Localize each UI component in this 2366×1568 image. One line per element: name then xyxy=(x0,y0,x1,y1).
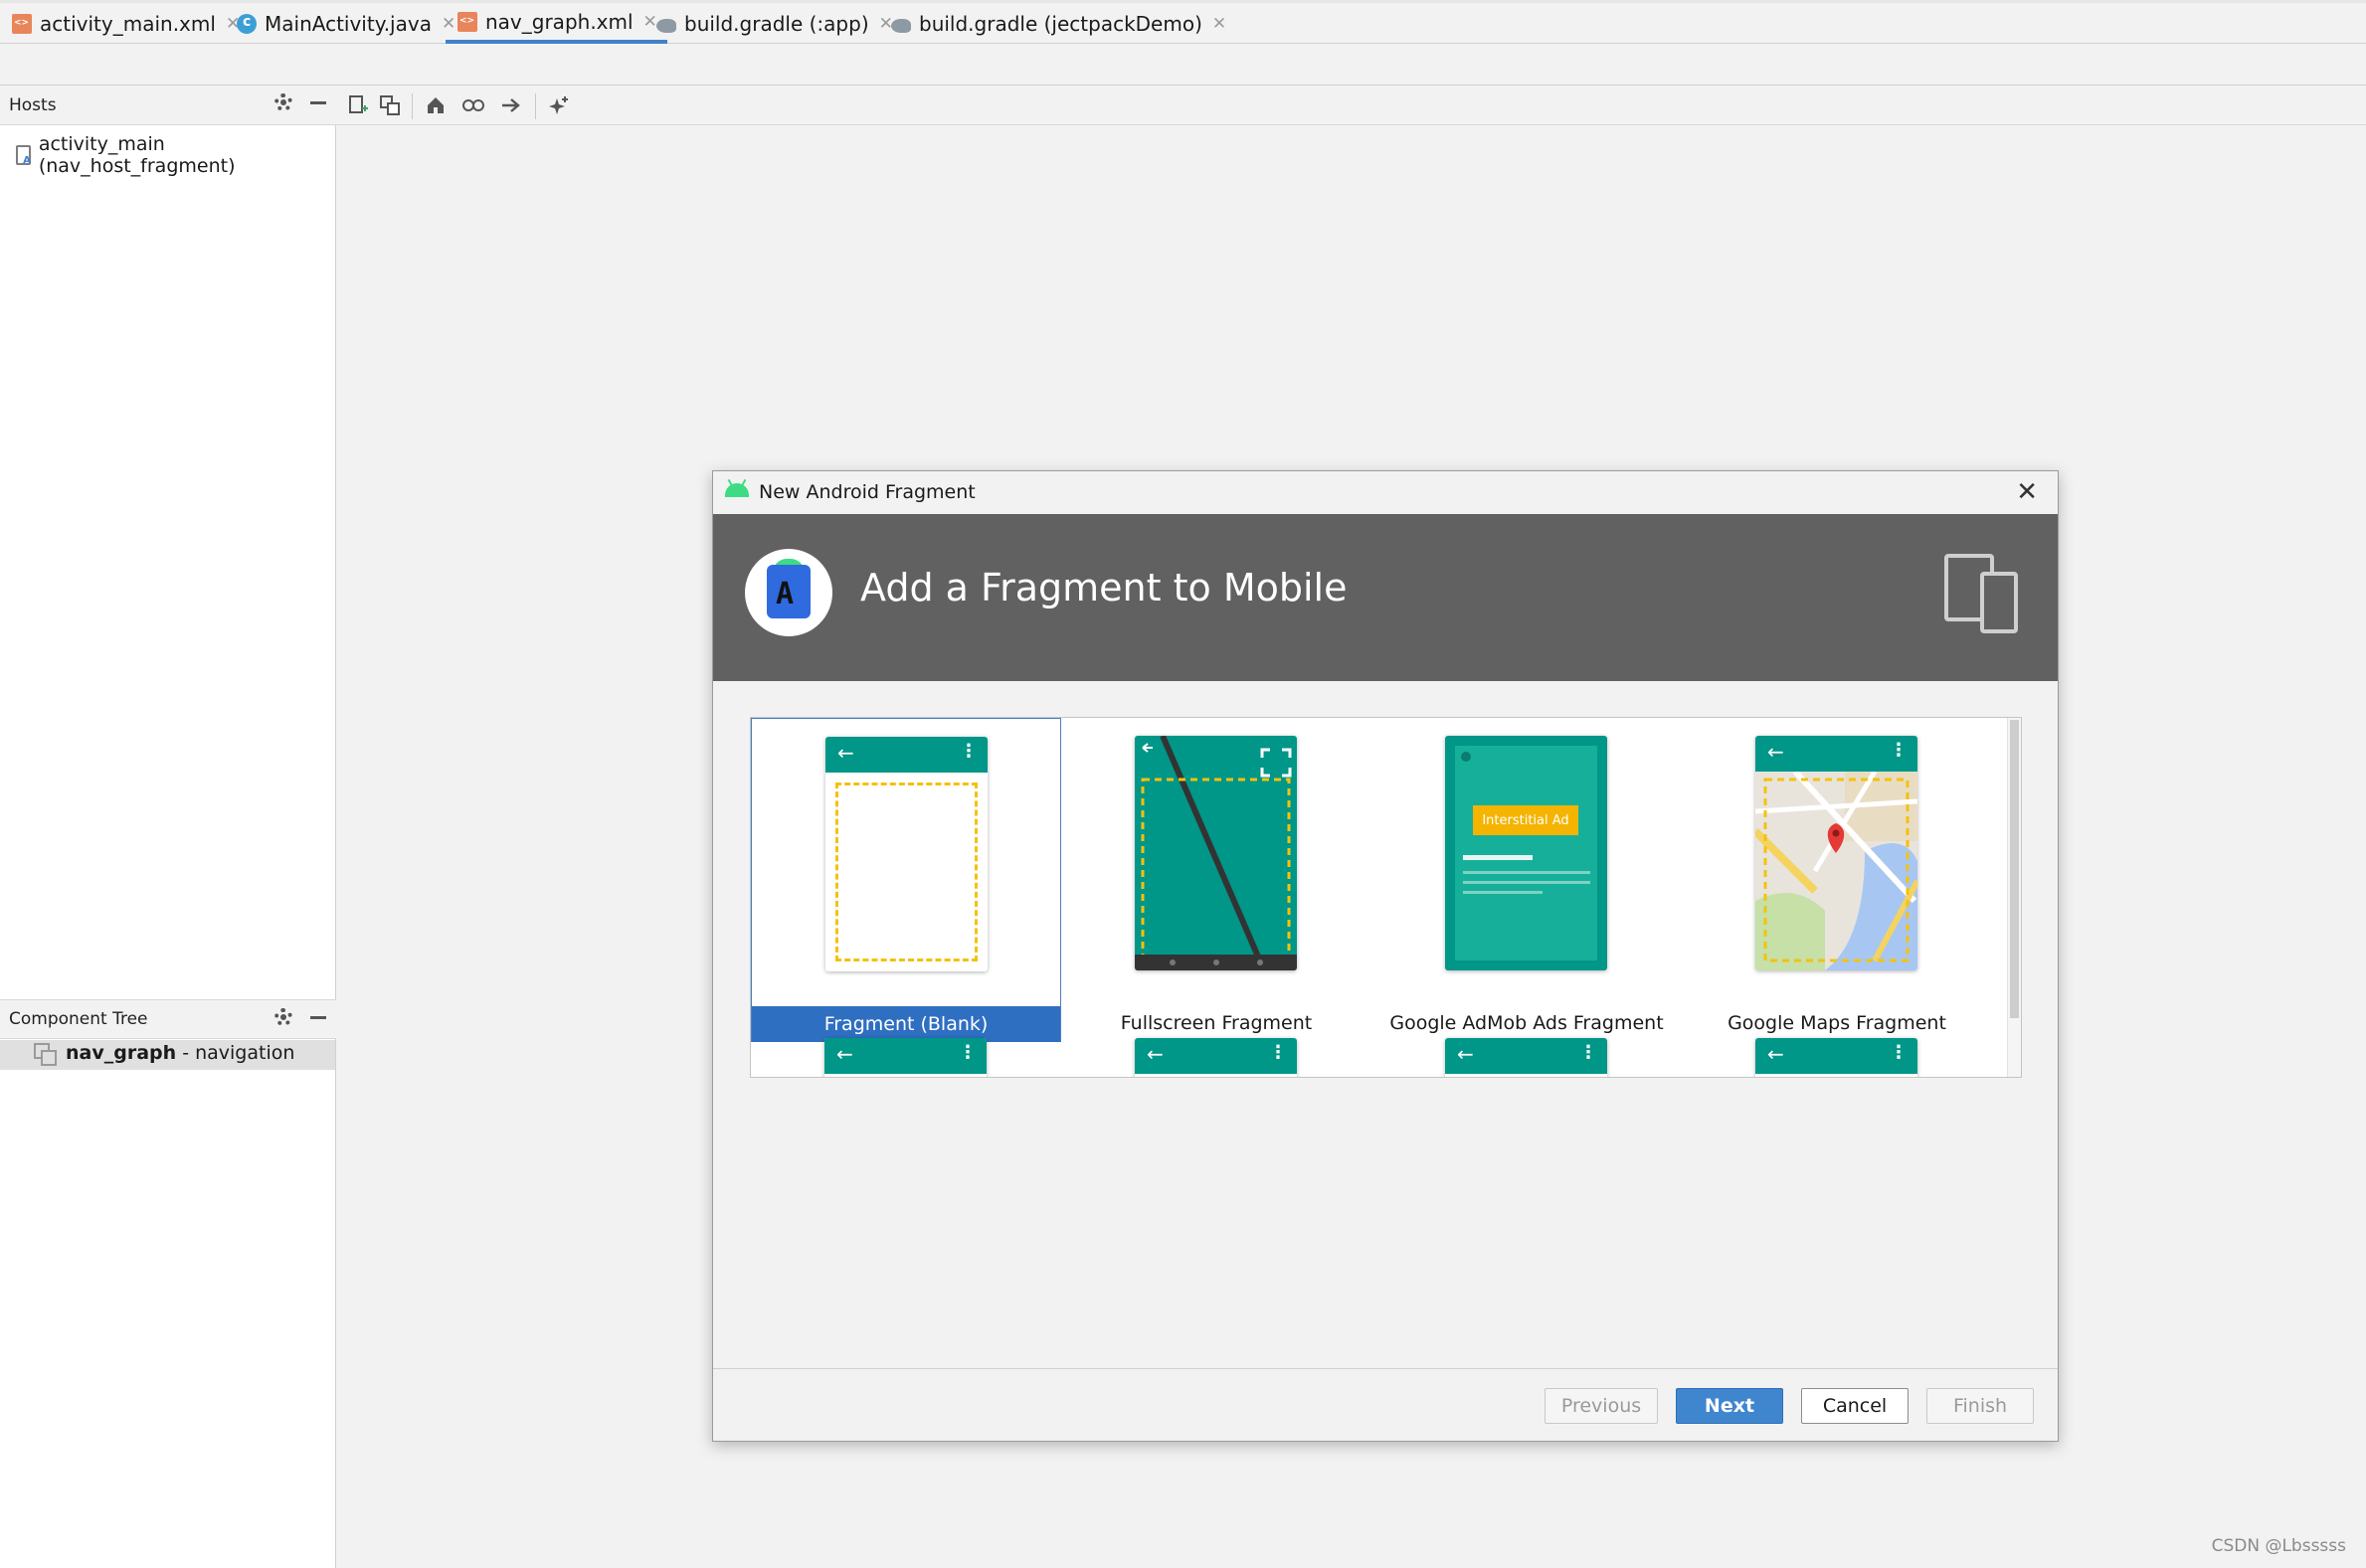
back-arrow-icon: ← xyxy=(1767,1042,1784,1066)
template-list-fragment[interactable]: ← ⋮ xyxy=(751,1038,1061,1077)
gallery-scrollbar[interactable] xyxy=(2007,718,2021,1077)
overflow-menu-icon: ⋮ xyxy=(1579,1042,1597,1063)
back-arrow-icon: ← xyxy=(1457,1042,1474,1066)
hosts-panel-header: Hosts xyxy=(0,86,336,125)
cancel-button[interactable]: Cancel xyxy=(1801,1388,1909,1424)
tab-label: build.gradle (:app) xyxy=(684,11,869,36)
dialog-heading: Add a Fragment to Mobile xyxy=(860,566,1348,610)
editor-subbar xyxy=(0,44,2366,86)
template-modal-bottom-sheet[interactable]: ← ⋮ xyxy=(1371,1038,1682,1077)
hosts-panel-title: Hosts xyxy=(9,94,57,115)
new-destination-icon[interactable] xyxy=(346,93,370,117)
close-icon[interactable]: ✕ xyxy=(2016,477,2038,507)
nested-graph-icon[interactable] xyxy=(378,93,402,117)
left-panel: Hosts activity_main (nav_host_fragment) … xyxy=(0,86,336,1568)
deep-link-icon[interactable] xyxy=(461,93,485,117)
dialog-footer-divider xyxy=(713,1368,2058,1369)
template-admob-ads-fragment[interactable]: Interstitial Ad Google AdMob Ads Fragmen… xyxy=(1371,718,1682,1042)
template-preview: ← ⋮ xyxy=(825,737,988,971)
nav-graph-type: - navigation xyxy=(176,1042,295,1064)
template-google-maps-fragment[interactable]: ← ⋮ Google Maps Fragment xyxy=(1682,718,1992,1042)
home-icon[interactable] xyxy=(424,93,448,117)
next-button[interactable]: Next xyxy=(1676,1388,1783,1424)
tab-label: activity_main.xml xyxy=(40,11,216,36)
back-arrow-icon: ← xyxy=(836,1042,853,1066)
component-tree-header: Component Tree xyxy=(0,999,336,1039)
android-studio-logo: A xyxy=(745,549,832,636)
tab-mainactivity-java[interactable]: MainActivity.java ✕ xyxy=(237,3,455,44)
template-label: Google AdMob Ads Fragment xyxy=(1389,1012,1664,1034)
auto-arrange-icon[interactable] xyxy=(547,93,571,117)
tab-label: nav_graph.xml xyxy=(485,9,634,34)
overflow-menu-icon: ⋮ xyxy=(960,741,978,762)
gradle-icon xyxy=(891,18,911,33)
template-preview: Interstitial Ad xyxy=(1445,736,1607,970)
add-action-icon[interactable] xyxy=(499,93,523,117)
template-preview: ← ⋮ xyxy=(1755,1038,1917,1077)
nav-graph-name: nav_graph xyxy=(66,1042,177,1064)
dialog-title: New Android Fragment xyxy=(759,481,976,503)
gear-icon[interactable] xyxy=(274,1008,292,1026)
host-item[interactable]: activity_main (nav_host_fragment) xyxy=(16,133,335,177)
close-tab-icon[interactable]: ✕ xyxy=(643,12,657,32)
close-tab-icon[interactable]: ✕ xyxy=(1212,14,1226,34)
template-preview: ← ⋮ xyxy=(1755,736,1917,970)
interstitial-ad-badge: Interstitial Ad xyxy=(1473,805,1578,835)
template-fragment-blank[interactable]: ← ⋮ Fragment (Blank) xyxy=(751,718,1061,1042)
tab-activity-main-xml[interactable]: activity_main.xml ✕ xyxy=(12,3,240,44)
tab-build-gradle-app[interactable]: build.gradle (:app) ✕ xyxy=(656,3,893,44)
dialog-title-bar: New Android Fragment ✕ xyxy=(713,471,2058,513)
template-preview xyxy=(1135,736,1297,970)
xml-file-icon xyxy=(457,11,477,32)
tab-label: MainActivity.java xyxy=(265,11,432,36)
android-icon xyxy=(725,483,749,497)
minimize-icon[interactable] xyxy=(310,1015,326,1019)
template-fullscreen-fragment[interactable]: Fullscreen Fragment xyxy=(1061,718,1371,1042)
template-label: Fullscreen Fragment xyxy=(1120,1012,1313,1034)
back-arrow-icon: ← xyxy=(1767,740,1784,764)
template-preview: ←⋮ ●●●●●● xyxy=(1135,1038,1297,1077)
tab-build-gradle-project[interactable]: build.gradle (jectpackDemo) ✕ xyxy=(891,3,1226,44)
host-item-label: activity_main (nav_host_fragment) xyxy=(38,133,236,177)
editor-tab-bar: activity_main.xml ✕ MainActivity.java ✕ … xyxy=(0,0,2366,44)
watermark: CSDN @Lbsssss xyxy=(2211,1536,2346,1556)
overflow-menu-icon: ⋮ xyxy=(1890,740,1908,761)
tab-nav-graph-xml[interactable]: nav_graph.xml ✕ xyxy=(446,3,667,44)
new-fragment-dialog: New Android Fragment ✕ A Add a Fragment … xyxy=(712,470,2059,1442)
back-arrow-icon: ← xyxy=(1147,1042,1164,1066)
navigation-graph-icon xyxy=(34,1043,57,1066)
overflow-menu-icon: ⋮ xyxy=(1269,1042,1287,1063)
previous-button[interactable]: Previous xyxy=(1545,1388,1658,1424)
back-arrow-icon: ← xyxy=(837,741,854,765)
layout-file-icon xyxy=(16,145,31,166)
dialog-banner: A Add a Fragment to Mobile xyxy=(713,514,2058,681)
mobile-device-icon xyxy=(1944,554,2020,633)
finish-button[interactable]: Finish xyxy=(1926,1388,2034,1424)
java-class-icon xyxy=(237,13,257,34)
template-settings-fragment[interactable]: ← ⋮ xyxy=(1682,1038,1992,1077)
template-label: Fragment (Blank) xyxy=(752,1006,1060,1042)
gradle-icon xyxy=(656,18,676,33)
tab-label: build.gradle (jectpackDemo) xyxy=(919,11,1202,36)
template-login-fragment[interactable]: ←⋮ ●●●●●● xyxy=(1061,1038,1371,1077)
navigation-editor-toolbar xyxy=(336,86,2366,125)
scrollbar-thumb[interactable] xyxy=(2010,720,2019,1018)
component-tree-title: Component Tree xyxy=(9,1009,148,1029)
nav-graph-item[interactable]: nav_graph - navigation xyxy=(34,1042,295,1066)
template-preview: ← ⋮ xyxy=(1445,1038,1607,1077)
tree-row-selected[interactable]: nav_graph - navigation xyxy=(0,1040,335,1070)
overflow-menu-icon: ⋮ xyxy=(959,1042,977,1063)
gear-icon[interactable] xyxy=(274,93,292,111)
xml-file-icon xyxy=(12,13,32,34)
template-gallery: ←⋮ Fragment (Blank) Fullscreen Fragment xyxy=(750,717,2022,1078)
minimize-icon[interactable] xyxy=(310,100,326,104)
overflow-menu-icon: ⋮ xyxy=(1890,1042,1908,1063)
template-label: Google Maps Fragment xyxy=(1728,1012,1946,1034)
template-preview: ← ⋮ xyxy=(824,1038,987,1077)
